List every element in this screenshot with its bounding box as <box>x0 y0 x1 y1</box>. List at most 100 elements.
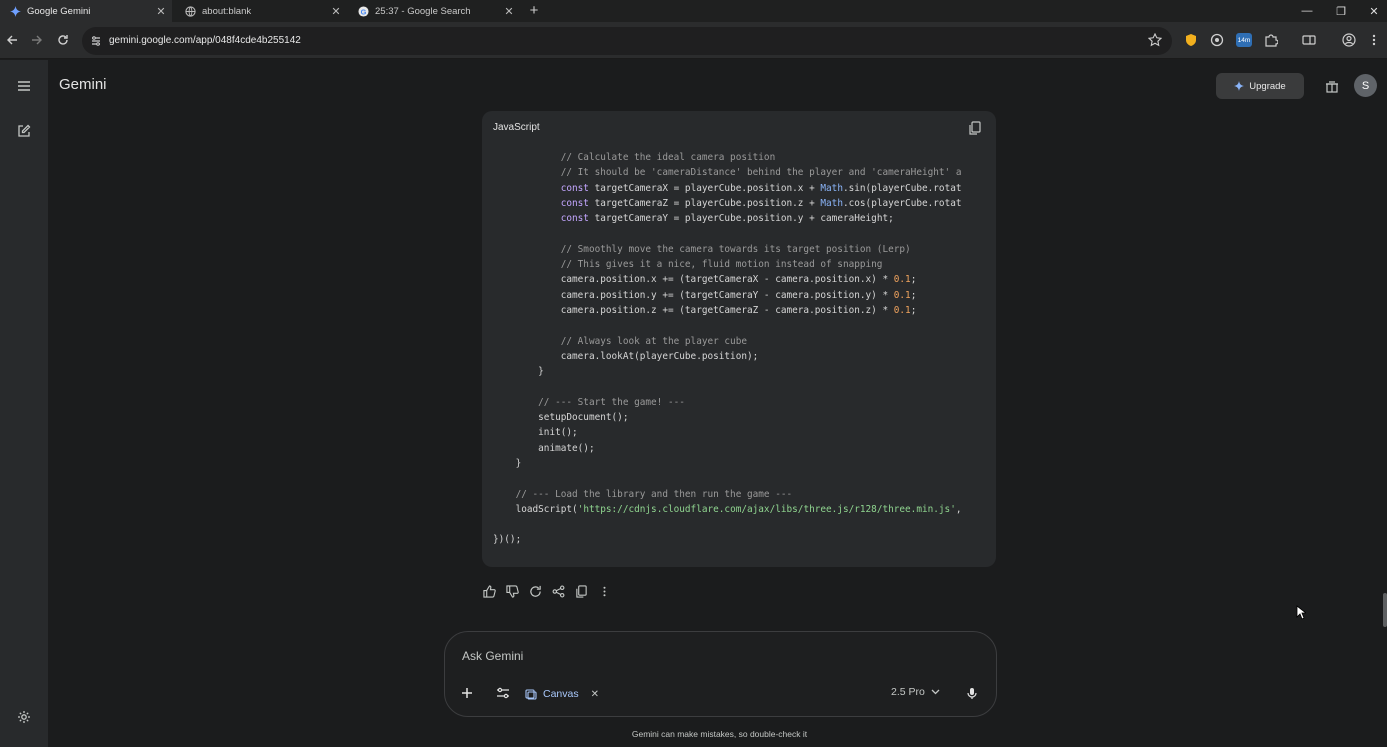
close-tab-icon[interactable]: ✕ <box>329 5 343 18</box>
new-chat-icon[interactable] <box>14 121 34 141</box>
upgrade-label: Upgrade <box>1249 80 1286 92</box>
model-selector[interactable]: 2.5 Pro <box>891 686 940 698</box>
code-line: const targetCameraX = playerCube.positio… <box>493 181 996 196</box>
code-token: const <box>560 182 589 194</box>
canvas-chip[interactable]: Canvas ✕ <box>525 684 599 704</box>
close-tab-icon[interactable]: ✕ <box>154 5 168 18</box>
canvas-label: Canvas <box>543 688 579 700</box>
site-info-icon[interactable] <box>90 34 102 52</box>
code-token: 0.1 <box>893 274 911 286</box>
gemini-sparkle-icon <box>9 5 21 17</box>
reload-icon <box>58 35 68 45</box>
chevron-down-icon <box>931 689 940 695</box>
new-tab-button[interactable]: + <box>526 3 542 19</box>
code-line: const targetCameraZ = playerCube.positio… <box>493 196 996 211</box>
settings-gear-icon[interactable] <box>14 707 34 727</box>
avatar[interactable]: S <box>1354 74 1377 97</box>
copy-response-icon[interactable] <box>573 583 589 599</box>
close-tab-icon[interactable]: ✕ <box>502 5 516 18</box>
url-text: gemini.google.com/app/048f4cde4b255142 <box>109 35 301 46</box>
bookmark-star-icon[interactable] <box>1147 32 1163 52</box>
thumbs-up-icon[interactable] <box>481 583 497 599</box>
tab-about-blank[interactable]: about:blank ✕ <box>175 0 347 22</box>
code-token: } <box>515 457 522 469</box>
address-toolbar: gemini.google.com/app/048f4cde4b255142 1… <box>0 22 1387 59</box>
prompt-input-box[interactable]: Ask Gemini Canvas ✕ 2.5 Pro <box>444 631 997 717</box>
code-content: // Calculate the ideal camera position /… <box>493 150 996 548</box>
profile-icon[interactable] <box>1341 32 1357 48</box>
code-token: ; <box>910 274 917 286</box>
code-block: JavaScript // Calculate the ideal camera… <box>482 111 996 567</box>
restore-button[interactable]: ❐ <box>1324 0 1358 22</box>
copy-code-icon[interactable] <box>968 121 982 135</box>
google-g-icon: G <box>357 5 369 17</box>
code-token: camera.position.y += (targetCameraY - ca… <box>560 289 894 301</box>
code-token: // --- Start the game! --- <box>538 396 685 408</box>
reading-list-icon[interactable] <box>1301 32 1317 48</box>
code-token: })(); <box>493 534 522 546</box>
add-attachment-button[interactable] <box>461 682 473 704</box>
code-line: // Calculate the ideal camera position <box>493 150 996 165</box>
tools-button[interactable] <box>496 682 510 704</box>
code-token: init(); <box>538 427 578 439</box>
tab-title: about:blank <box>202 5 252 17</box>
microphone-button[interactable] <box>967 682 977 704</box>
microphone-icon <box>967 687 977 699</box>
code-token: // Calculate the ideal camera position <box>560 152 776 163</box>
page-scrollbar[interactable] <box>1383 593 1387 627</box>
tab-google-gemini[interactable]: Google Gemini ✕ <box>0 0 172 22</box>
back-button[interactable] <box>3 31 21 49</box>
close-window-button[interactable]: ✕ <box>1357 0 1387 22</box>
arrow-left-icon <box>7 35 17 45</box>
code-token: 0.1 <box>893 304 911 316</box>
mouse-cursor-icon <box>1296 605 1308 620</box>
tab-title: Google Gemini <box>27 5 91 17</box>
code-line: // --- Load the library and then run the… <box>493 487 996 502</box>
menu-hamburger-icon[interactable] <box>14 76 34 96</box>
puzzle-extensions-icon[interactable] <box>1263 32 1279 48</box>
more-options-icon[interactable] <box>596 583 612 599</box>
code-token: setupDocument(); <box>538 412 629 424</box>
code-token: animate(); <box>538 442 595 454</box>
code-token: ; <box>910 304 917 316</box>
code-token: camera.position.z += (targetCameraZ - ca… <box>560 304 894 316</box>
omnibox[interactable]: gemini.google.com/app/048f4cde4b255142 <box>82 27 1172 55</box>
code-token: .sin(playerCube.rotat <box>842 182 962 194</box>
code-token: const <box>560 197 589 209</box>
prompt-placeholder[interactable]: Ask Gemini <box>462 649 523 663</box>
code-line: })(); <box>493 532 996 547</box>
app-brand[interactable]: Gemini <box>59 76 107 93</box>
thumbs-down-icon[interactable] <box>504 583 520 599</box>
minimize-button[interactable]: — <box>1290 0 1324 22</box>
timer-extension-icon[interactable]: 14m <box>1235 32 1253 48</box>
code-language-label: JavaScript <box>493 122 540 133</box>
regenerate-icon[interactable] <box>527 583 543 599</box>
plus-icon <box>462 688 472 698</box>
code-line: setupDocument(); <box>493 410 996 425</box>
reload-button[interactable] <box>54 31 72 49</box>
shield-extension-icon[interactable] <box>1183 32 1199 48</box>
code-token: // Always look at the player cube <box>560 335 747 347</box>
code-token: .cos(playerCube.rotat <box>842 197 962 209</box>
browser-menu-icon[interactable] <box>1366 32 1382 48</box>
canvas-icon <box>525 689 537 700</box>
code-line: init(); <box>493 425 996 440</box>
extension-icon[interactable] <box>1209 32 1225 48</box>
gift-icon[interactable] <box>1321 75 1343 97</box>
forward-button[interactable] <box>28 31 46 49</box>
share-icon[interactable] <box>550 583 566 599</box>
remove-canvas-icon[interactable]: ✕ <box>591 689 599 700</box>
code-line: // Always look at the player cube <box>493 334 996 349</box>
code-token: const <box>560 213 589 225</box>
tab-google-search[interactable]: G 25:37 - Google Search ✕ <box>348 0 520 22</box>
tune-icon <box>497 687 509 699</box>
code-line: camera.position.y += (targetCameraY - ca… <box>493 288 996 303</box>
sidebar <box>0 60 48 747</box>
svg-text:G: G <box>360 7 366 16</box>
upgrade-button[interactable]: Upgrade <box>1216 73 1304 99</box>
code-line: // It should be 'cameraDistance' behind … <box>493 165 996 180</box>
code-line: camera.position.x += (targetCameraX - ca… <box>493 272 996 287</box>
